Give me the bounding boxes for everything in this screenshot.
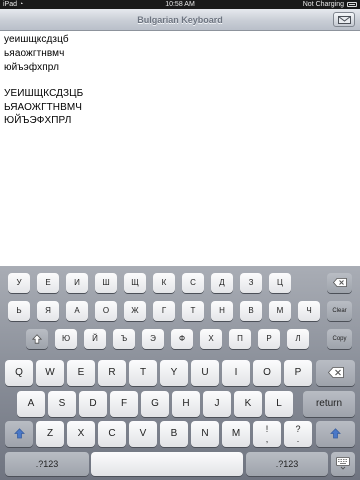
key-en[interactable]: G xyxy=(141,391,169,417)
key-en[interactable]: A xyxy=(17,391,45,417)
battery-icon xyxy=(347,2,357,7)
text-line: юйъэфхпрл xyxy=(4,62,60,73)
key-bg[interactable]: Е xyxy=(37,273,59,293)
question-period-key[interactable]: ? . xyxy=(284,421,312,447)
key-bg[interactable]: С xyxy=(182,273,204,293)
backspace-icon xyxy=(332,278,347,288)
key-en[interactable]: U xyxy=(191,360,219,386)
key-bg[interactable]: Ш xyxy=(95,273,117,293)
key-bg[interactable]: К xyxy=(153,273,175,293)
shift-key-bg[interactable] xyxy=(26,329,48,349)
key-en[interactable]: J xyxy=(203,391,231,417)
keyboard-hide-icon xyxy=(336,456,350,470)
keyboard: У Е И Ш Щ К С Д З Ц Ь Я А О Ж Г Т Н В М … xyxy=(0,266,360,480)
key-bg[interactable]: Й xyxy=(84,329,106,349)
key-bg[interactable]: Р xyxy=(258,329,280,349)
question-label: ? xyxy=(295,424,301,434)
key-en[interactable]: W xyxy=(36,360,64,386)
key-en[interactable]: H xyxy=(172,391,200,417)
key-bg[interactable]: Ю xyxy=(55,329,77,349)
key-en[interactable]: F xyxy=(110,391,138,417)
key-en[interactable]: V xyxy=(129,421,157,447)
status-bar: iPad ◔ 10:58 AM Not Charging xyxy=(0,0,360,9)
mail-icon xyxy=(338,16,351,24)
shift-key-en-right[interactable] xyxy=(316,421,355,447)
key-en[interactable]: E xyxy=(67,360,95,386)
shift-icon xyxy=(31,334,43,344)
backspace-key-bg[interactable] xyxy=(327,273,352,293)
exclaim-comma-key[interactable]: ! , xyxy=(253,421,281,447)
key-en[interactable]: Q xyxy=(5,360,33,386)
key-bg[interactable]: Ъ xyxy=(113,329,135,349)
key-en[interactable]: X xyxy=(67,421,95,447)
key-en[interactable]: Y xyxy=(160,360,188,386)
key-bg[interactable]: Х xyxy=(200,329,222,349)
key-en[interactable]: K xyxy=(234,391,262,417)
backspace-icon xyxy=(327,366,344,378)
exclaim-label: ! xyxy=(265,424,269,434)
key-bg[interactable]: П xyxy=(229,329,251,349)
key-en[interactable]: B xyxy=(160,421,188,447)
key-bg[interactable]: Ф xyxy=(171,329,193,349)
space-bar[interactable] xyxy=(91,452,243,476)
key-bg[interactable]: О xyxy=(95,301,117,321)
key-bg[interactable]: Л xyxy=(287,329,309,349)
key-bg[interactable]: Ч xyxy=(298,301,320,321)
text-line: уеишщксдзцб xyxy=(4,34,69,45)
key-bg[interactable]: И xyxy=(66,273,88,293)
key-en[interactable]: D xyxy=(79,391,107,417)
title-bar: Bulgarian Keyboard xyxy=(0,9,360,31)
key-bg[interactable]: Э xyxy=(142,329,164,349)
numbers-key-right[interactable]: .?123 xyxy=(246,452,328,476)
comma-label: , xyxy=(265,434,269,444)
key-bg[interactable]: Н xyxy=(211,301,233,321)
text-line: УЕИШЩКСДЗЦБ xyxy=(4,88,84,99)
page-title: Bulgarian Keyboard xyxy=(137,15,223,25)
charging-status: Not Charging xyxy=(302,1,344,8)
key-bg[interactable]: Г xyxy=(153,301,175,321)
key-en[interactable]: M xyxy=(222,421,250,447)
key-en[interactable]: Z xyxy=(36,421,64,447)
hide-keyboard-key[interactable] xyxy=(331,452,355,476)
key-bg[interactable]: Я xyxy=(37,301,59,321)
period-label: . xyxy=(296,434,300,444)
mail-button[interactable] xyxy=(333,12,355,27)
backspace-key-en[interactable] xyxy=(316,360,355,386)
key-en[interactable]: T xyxy=(129,360,157,386)
key-en[interactable]: R xyxy=(98,360,126,386)
key-bg[interactable]: А xyxy=(66,301,88,321)
key-bg[interactable]: В xyxy=(240,301,262,321)
key-bg[interactable]: Щ xyxy=(124,273,146,293)
key-bg[interactable]: У xyxy=(8,273,30,293)
key-bg[interactable]: Ц xyxy=(269,273,291,293)
shift-key-en-left[interactable] xyxy=(5,421,33,447)
shift-icon xyxy=(330,428,341,439)
text-line: ьяаожгтнвмч xyxy=(4,48,65,59)
key-bg[interactable]: Ж xyxy=(124,301,146,321)
key-en[interactable]: I xyxy=(222,360,250,386)
text-line: ЮЙЪЭФХПРЛ xyxy=(4,115,72,126)
clear-button[interactable]: Clear xyxy=(327,301,352,321)
key-bg[interactable]: М xyxy=(269,301,291,321)
numbers-key-left[interactable]: .?123 xyxy=(5,452,89,476)
key-en[interactable]: L xyxy=(265,391,293,417)
text-line: ЬЯАОЖГТНВМЧ xyxy=(4,102,82,113)
copy-button[interactable]: Copy xyxy=(327,329,352,349)
key-en[interactable]: O xyxy=(253,360,281,386)
key-bg[interactable]: Д xyxy=(211,273,233,293)
key-bg[interactable]: З xyxy=(240,273,262,293)
shift-icon xyxy=(13,428,25,439)
key-en[interactable]: S xyxy=(48,391,76,417)
key-en[interactable]: P xyxy=(284,360,312,386)
key-bg[interactable]: Ь xyxy=(8,301,30,321)
return-key[interactable]: return xyxy=(303,391,355,417)
key-bg[interactable]: Т xyxy=(182,301,204,321)
key-en[interactable]: N xyxy=(191,421,219,447)
key-en[interactable]: C xyxy=(98,421,126,447)
text-area[interactable]: уеишщксдзцб ьяаожгтнвмч юйъэфхпрл УЕИШЩК… xyxy=(0,31,360,266)
